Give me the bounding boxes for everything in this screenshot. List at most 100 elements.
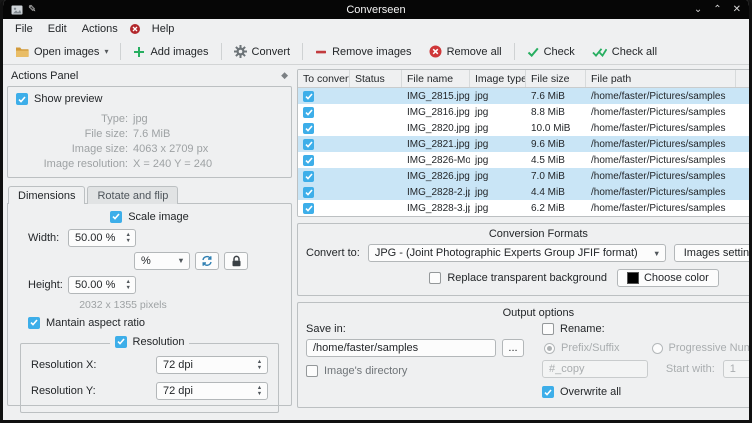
scale-image-checkbox[interactable]: Scale image (110, 210, 189, 223)
preview-info-frame: Show preview Type: jpg File size: 7.6 Mi… (7, 86, 292, 178)
cell-file-name: IMG_2828-2.jpg (407, 186, 470, 198)
header-image-type[interactable]: Image type (470, 70, 526, 87)
spin-down-icon[interactable]: ▼ (125, 238, 130, 244)
menubar: File Edit Actions Help (3, 19, 749, 39)
actions-panel-title: Actions Panel (11, 69, 79, 82)
color-swatch (626, 272, 639, 284)
progressive-number-label: Progressive Number (668, 342, 752, 354)
table-row[interactable]: IMG_2828-3.jpg jpg 6.2 MiB /home/faster/… (298, 200, 749, 216)
sync-dimensions-button[interactable] (195, 251, 219, 270)
cell-image-type: jpg (475, 154, 489, 166)
remove-all-icon (429, 45, 442, 58)
unit-combobox[interactable]: % ▼ (134, 251, 190, 270)
header-to-convert[interactable]: To convert (298, 70, 350, 87)
remove-images-button[interactable]: Remove images (307, 43, 419, 61)
check-label: Check (543, 45, 575, 58)
tab-rotate-and-flip[interactable]: Rotate and flip (87, 185, 179, 204)
overwrite-all-label: Overwrite all (560, 386, 622, 398)
progressive-number-radio[interactable]: Progressive Number (651, 342, 752, 354)
cell-file-name: IMG_2826.jpg (407, 170, 470, 182)
row-convert-checkbox[interactable] (303, 90, 314, 102)
header-file-path[interactable]: File path (586, 70, 736, 87)
plus-icon (133, 46, 145, 58)
image-resolution-value: X = 240 Y = 240 (133, 157, 213, 170)
header-status[interactable]: Status (350, 70, 402, 87)
image-info: Type: jpg File size: 7.6 MiB Image size:… (16, 113, 283, 170)
checkbox-box (303, 122, 314, 134)
double-check-icon (592, 47, 607, 57)
row-convert-checkbox[interactable] (303, 138, 314, 150)
table-row[interactable]: IMG_2826.jpg jpg 7.0 MiB /home/faster/Pi… (298, 168, 749, 184)
checkbox-box (306, 365, 318, 377)
header-file-size[interactable]: File size (526, 70, 586, 87)
dock-float-icon[interactable]: ◆ (281, 70, 288, 81)
rename-pattern-input[interactable]: #_copy (542, 360, 648, 378)
images-directory-label: Image's directory (324, 365, 408, 377)
replace-transparent-bg-checkbox[interactable]: Replace transparent background (429, 272, 607, 284)
browse-button[interactable]: ... (502, 339, 524, 357)
resolution-checkbox[interactable]: Resolution (114, 335, 185, 348)
width-spinbox[interactable]: 50.00 % ▲ ▼ (68, 228, 136, 247)
open-images-button[interactable]: Open images ▾ (7, 43, 116, 61)
table-row[interactable]: IMG_2815.jpg jpg 7.6 MiB /home/faster/Pi… (298, 88, 749, 104)
cell-status (350, 152, 402, 168)
maximize-button[interactable]: ⌃ (713, 4, 721, 15)
prefix-suffix-radio[interactable]: Prefix/Suffix (544, 342, 620, 354)
menu-help[interactable]: Help (145, 21, 182, 37)
cell-image-type: jpg (475, 138, 489, 150)
folder-open-icon (15, 46, 29, 58)
checkbox-box (303, 154, 314, 166)
chevron-down-icon: ▾ (104, 47, 109, 56)
remove-all-button[interactable]: Remove all (421, 42, 510, 61)
close-button[interactable]: ✕ (733, 4, 741, 15)
row-convert-checkbox[interactable] (303, 122, 314, 134)
row-convert-checkbox[interactable] (303, 106, 314, 118)
choose-color-button[interactable]: Choose color (616, 269, 719, 287)
start-with-spinbox[interactable]: 1 ▲▼ (722, 360, 749, 378)
checkbox-box (114, 335, 127, 348)
menu-edit[interactable]: Edit (41, 21, 74, 37)
overwrite-all-checkbox[interactable]: Overwrite all (542, 386, 621, 398)
add-images-button[interactable]: Add images (125, 43, 216, 61)
gear-icon (233, 45, 247, 58)
row-convert-checkbox[interactable] (303, 154, 314, 166)
minimize-button[interactable]: ⌄ (694, 4, 702, 15)
table-row[interactable]: IMG_2820.jpg jpg 10.0 MiB /home/faster/P… (298, 120, 749, 136)
menu-actions[interactable]: Actions (75, 21, 125, 37)
save-path-input[interactable]: /home/faster/samples (306, 339, 496, 357)
row-convert-checkbox[interactable] (303, 186, 314, 198)
result-pixels-label: 2032 x 1355 pixels (79, 298, 167, 311)
convert-button[interactable]: Convert (226, 42, 299, 61)
header-file-name[interactable]: File name (402, 70, 470, 87)
table-row[interactable]: IMG_2821.jpg jpg 9.6 MiB /home/faster/Pi… (298, 136, 749, 152)
tab-dimensions[interactable]: Dimensions (8, 185, 86, 205)
row-convert-checkbox[interactable] (303, 170, 314, 182)
show-preview-checkbox[interactable]: Show preview (16, 93, 102, 105)
height-spinbox[interactable]: 50.00 % ▲ ▼ (68, 275, 136, 294)
format-combobox[interactable]: JPG - (Joint Photographic Experts Group … (367, 244, 666, 262)
rename-checkbox[interactable]: Rename: (542, 323, 749, 335)
remove-images-label: Remove images (332, 45, 412, 58)
menu-file[interactable]: File (8, 21, 40, 37)
cell-status (350, 88, 402, 104)
spin-down-icon[interactable]: ▼ (125, 285, 130, 291)
table-row[interactable]: IMG_2816.jpg jpg 8.8 MiB /home/faster/Pi… (298, 104, 749, 120)
cell-file-size: 9.6 MiB (531, 138, 565, 150)
images-directory-checkbox[interactable]: Image's directory (306, 365, 407, 377)
table-row[interactable]: IMG_2828-2.jpg jpg 4.4 MiB /home/faster/… (298, 184, 749, 200)
resolution-label: Resolution (132, 335, 185, 348)
maintain-aspect-ratio-checkbox[interactable]: Mantain aspect ratio (28, 316, 145, 329)
check-all-button[interactable]: Check all (584, 43, 665, 61)
spin-down-icon[interactable]: ▼ (257, 365, 262, 371)
minus-icon (315, 46, 327, 58)
images-settings-button[interactable]: Images settings (673, 244, 749, 262)
lock-aspect-button[interactable] (224, 251, 248, 270)
rename-label: Rename: (560, 323, 605, 335)
pencil-icon: ✎ (28, 4, 37, 15)
spin-down-icon[interactable]: ▼ (257, 391, 262, 397)
resolution-y-spinbox[interactable]: 72 dpi ▲ ▼ (156, 381, 268, 400)
row-convert-checkbox[interactable] (303, 202, 314, 214)
table-row[interactable]: IMG_2826-Mo... jpg 4.5 MiB /home/faster/… (298, 152, 749, 168)
resolution-x-spinbox[interactable]: 72 dpi ▲ ▼ (156, 355, 268, 374)
check-button[interactable]: Check (519, 43, 583, 61)
